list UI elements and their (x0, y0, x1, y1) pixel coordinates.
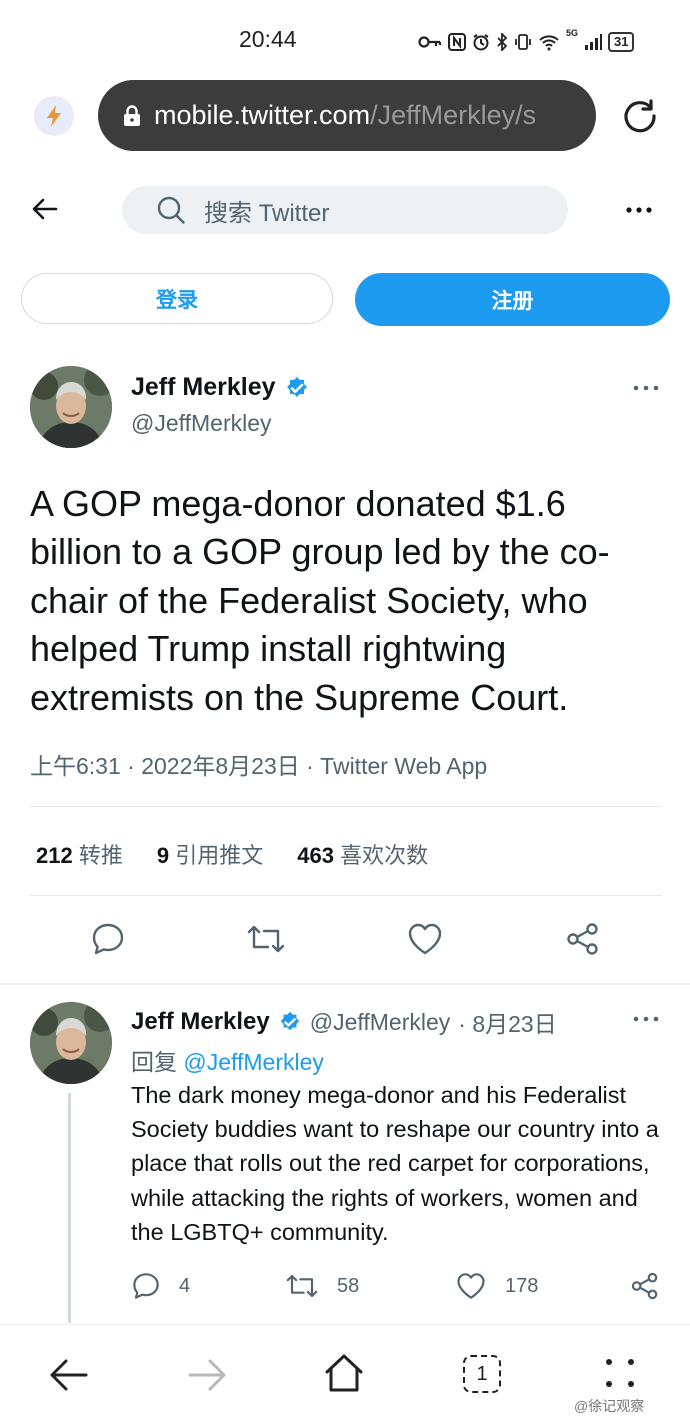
reply-icon (92, 923, 124, 955)
share-icon (631, 1272, 658, 1300)
divider (30, 895, 662, 896)
retweet-icon (286, 1274, 318, 1298)
arrow-left-icon (50, 1359, 88, 1391)
signup-button[interactable]: 注册 (355, 273, 670, 326)
search-input[interactable]: 搜索 Twitter (122, 186, 568, 234)
reply-count: 4 (179, 1274, 191, 1297)
thread-line (68, 1093, 71, 1323)
tweet-stats: 212 转推 9 引用推文 463 喜欢次数 (36, 838, 428, 870)
status-icons: 5G 31 (418, 28, 635, 54)
more-horizontal-icon (633, 385, 659, 391)
reply-comment-button[interactable]: 4 (131, 1270, 190, 1302)
tab-count: 1 (476, 1362, 488, 1385)
battery-icon: 31 (608, 32, 635, 52)
key-icon (418, 36, 442, 48)
tweet-more-button[interactable] (632, 374, 660, 408)
retweets-stat[interactable]: 212 转推 (36, 838, 123, 870)
more-horizontal-icon (626, 207, 652, 213)
author-name[interactable]: Jeff Merkley (131, 373, 310, 402)
nav-forward-button[interactable] (186, 1355, 228, 1400)
reply-share-button[interactable] (630, 1270, 660, 1302)
author-handle[interactable]: @JeffMerkley (131, 410, 272, 437)
share-icon (567, 923, 598, 955)
reply-text: The dark money mega-donor and his Federa… (131, 1082, 659, 1245)
like-count: 178 (505, 1274, 539, 1297)
nav-home-button[interactable] (322, 1352, 366, 1399)
network-type: 5G (566, 28, 579, 38)
quick-action-button[interactable] (34, 96, 74, 136)
reply-icon (133, 1273, 159, 1299)
reply-prefix: 回复 (131, 1049, 177, 1075)
divider (30, 806, 662, 807)
signal-icon (585, 34, 603, 50)
reply-header: Jeff Merkley @JeffMerkley · 8月23日 (131, 1005, 557, 1039)
retweets-count: 212 (36, 843, 73, 868)
nav-tabs-button[interactable]: 1 (463, 1355, 501, 1393)
nfc-icon (448, 33, 466, 51)
avatar-photo (30, 366, 112, 448)
likes-label: 喜欢次数 (340, 843, 429, 868)
likes-stat[interactable]: 463 喜欢次数 (297, 838, 428, 870)
heart-icon (408, 923, 442, 955)
reply-retweet-button[interactable]: 58 (285, 1270, 359, 1302)
verified-badge-icon (280, 1011, 299, 1031)
tweet-timestamp[interactable]: 上午6:31 · 2022年8月23日 · Twitter Web App (30, 747, 487, 781)
address-bar[interactable]: mobile.twitter.com/JeffMerkley/s (98, 80, 596, 151)
reload-icon (624, 99, 656, 133)
watermark: @徐记观察 (574, 1398, 645, 1414)
retweet-icon (247, 925, 285, 953)
search-placeholder: 搜索 Twitter (204, 199, 330, 227)
wifi-icon (539, 35, 559, 51)
battery-level: 31 (614, 34, 629, 49)
url-domain: mobile.twitter.com (154, 100, 371, 130)
url-text: mobile.twitter.com/JeffMerkley/s (154, 100, 536, 131)
avatar[interactable] (30, 1002, 112, 1084)
share-button[interactable] (565, 921, 601, 962)
more-horizontal-icon (633, 1016, 659, 1022)
tweet-text: A GOP mega-donor donated $1.6 billion to… (30, 483, 610, 718)
more-options-button[interactable] (624, 195, 654, 232)
arrow-right-icon (188, 1359, 226, 1391)
reply-button[interactable] (90, 921, 126, 962)
replying-to: 回复 @JeffMerkley (131, 1043, 324, 1077)
status-time: 20:44 (239, 26, 297, 52)
reply-to-link[interactable]: @JeffMerkley (183, 1049, 324, 1075)
home-icon (325, 1354, 363, 1392)
reload-button[interactable] (620, 96, 660, 141)
retweets-label: 转推 (78, 843, 123, 868)
like-button[interactable] (406, 921, 444, 962)
arrow-left-icon (32, 198, 58, 220)
reply-date[interactable]: · 8月23日 (458, 1005, 556, 1039)
nav-back-button[interactable] (48, 1355, 90, 1400)
verified-badge-icon (286, 376, 307, 397)
login-button[interactable]: 登录 (21, 273, 333, 324)
quotes-count: 9 (156, 843, 170, 868)
retweet-count: 58 (337, 1274, 360, 1297)
search-icon (157, 196, 185, 224)
back-button[interactable] (30, 194, 60, 229)
divider (0, 983, 690, 985)
lightning-icon (47, 105, 61, 127)
heart-icon (457, 1273, 485, 1299)
quotes-stat[interactable]: 9 引用推文 (157, 838, 263, 870)
bluetooth-icon (497, 33, 508, 51)
menu-dots-icon (606, 1359, 634, 1387)
likes-count: 463 (297, 843, 334, 868)
reply-author-name[interactable]: Jeff Merkley (131, 1008, 270, 1036)
reply-more-button[interactable] (632, 1005, 660, 1039)
vibrate-icon (515, 34, 531, 50)
nav-menu-button[interactable] (604, 1357, 636, 1394)
reply-author-handle[interactable]: @JeffMerkley (310, 1009, 451, 1036)
retweet-button[interactable] (246, 921, 286, 962)
avatar[interactable] (30, 366, 112, 448)
author-name-text: Jeff Merkley (131, 373, 276, 401)
quotes-label: 引用推文 (175, 843, 264, 868)
alarm-icon (473, 34, 489, 51)
url-path: /JeffMerkley/s (370, 100, 537, 130)
lock-icon (124, 104, 140, 126)
reply-like-button[interactable]: 178 (455, 1270, 538, 1302)
avatar-photo (30, 1002, 112, 1084)
